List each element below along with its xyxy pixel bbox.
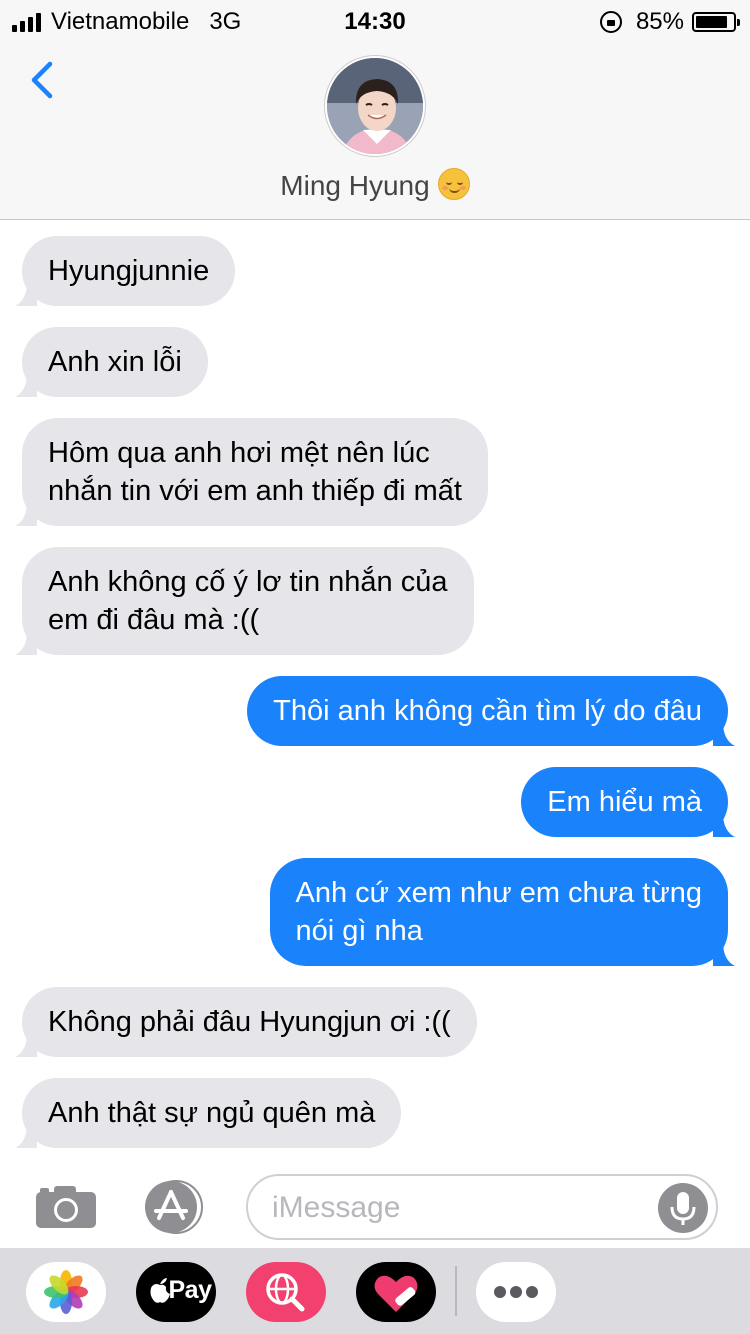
imessage-input[interactable] [272, 1188, 652, 1228]
camera-icon [36, 1186, 96, 1228]
smiling-face-emoji-icon [437, 168, 470, 200]
incoming-message[interactable]: Anh xin lỗi [15, 327, 208, 397]
message-text: Anh thật sự ngủ quên mà [48, 1097, 376, 1129]
contact-name-text: Ming Hyung [280, 170, 430, 201]
incoming-message[interactable]: Hôm qua anh hơi mệt nên lúc nhắn tin với… [15, 418, 488, 526]
imessage-field[interactable] [246, 1174, 718, 1240]
conversation-header: Ming Hyung [0, 40, 750, 220]
bubble-tail [713, 813, 735, 837]
drawer-divider [455, 1266, 457, 1316]
heart-touch-icon [374, 1275, 418, 1312]
contact-name[interactable]: Ming Hyung [0, 168, 750, 202]
app-store-icon [145, 1180, 203, 1234]
status-bar: Vietnamobile 3G 14:30 85% [0, 0, 750, 40]
image-search-app-button[interactable] [246, 1262, 326, 1322]
incoming-message[interactable]: Không phải đâu Hyungjun ơi :(( [15, 987, 477, 1057]
message-text: Không phải đâu Hyungjun ơi :(( [48, 1006, 451, 1038]
bubble-tail [713, 942, 735, 966]
message-text: Hôm qua anh hơi mệt nên lúc [48, 437, 430, 469]
photos-flower-icon [44, 1270, 88, 1314]
message-text: nhắn tin với em anh thiếp đi mất [48, 475, 462, 507]
incoming-message[interactable]: Hyungjunnie [15, 236, 236, 306]
more-apps-button[interactable] [476, 1262, 556, 1322]
rotation-lock-icon [599, 11, 622, 33]
message-text: nói gì nha [295, 915, 423, 947]
globe-search-icon [266, 1273, 305, 1312]
incoming-message[interactable]: Anh không cố ý lơ tin nhắn của em đi đâu… [15, 547, 474, 655]
battery-icon [692, 12, 740, 32]
bubble-tail [15, 502, 37, 526]
outgoing-message[interactable]: Thôi anh không cần tìm lý do đâu [247, 676, 735, 746]
digital-touch-button[interactable] [356, 1262, 436, 1322]
apple-pay-label: Pay [168, 1276, 212, 1304]
app-drawer: Pay [0, 1248, 750, 1334]
message-text: Anh cứ xem như em chưa từng [295, 877, 703, 909]
message-text: Hyungjunnie [48, 255, 210, 287]
apple-pay-button[interactable]: Pay [136, 1262, 216, 1322]
bubble-tail [15, 282, 37, 306]
message-text: em đi đâu mà :(( [48, 604, 260, 636]
photos-app-button[interactable] [26, 1262, 106, 1322]
bubble-tail [15, 1124, 37, 1148]
message-text: Anh xin lỗi [48, 346, 182, 378]
camera-button[interactable] [34, 1184, 98, 1230]
bubble-tail [15, 1033, 37, 1057]
battery-percent: 85% [635, 8, 684, 35]
incoming-message[interactable]: Anh thật sự ngủ quên mà [15, 1078, 402, 1148]
bubble-tail [15, 373, 37, 397]
app-store-button[interactable] [140, 1180, 212, 1234]
ellipsis-icon [494, 1286, 538, 1298]
battery-fill [696, 16, 727, 28]
dictation-button[interactable] [658, 1183, 708, 1233]
contact-avatar[interactable] [325, 56, 425, 156]
compose-bar [0, 1164, 750, 1248]
back-button[interactable] [24, 60, 64, 100]
message-text: Thôi anh không cần tìm lý do đâu [273, 695, 702, 727]
bubble-tail [15, 631, 37, 655]
message-text: Em hiểu mà [547, 786, 702, 818]
outgoing-message[interactable]: Em hiểu mà [521, 767, 735, 837]
microphone-icon [670, 1192, 696, 1225]
avatar-photo [327, 58, 423, 154]
status-right: 85% [599, 8, 740, 36]
chevron-left-icon [31, 61, 53, 99]
outgoing-message[interactable]: Anh cứ xem như em chưa từng nói gì nha [269, 858, 735, 966]
bubble-tail [713, 722, 735, 746]
message-text: Anh không cố ý lơ tin nhắn của [48, 566, 448, 598]
